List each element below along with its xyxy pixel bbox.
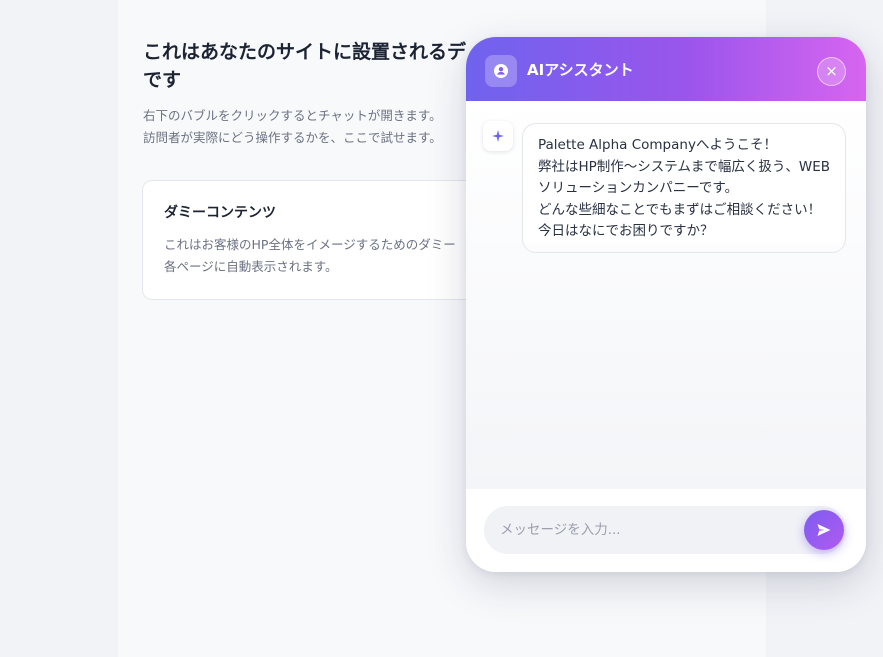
send-button[interactable] — [804, 510, 844, 550]
message-line: Palette Alpha Companyへようこそ！ — [538, 137, 777, 153]
chat-widget: AIアシスタント × Palette Alpha Companyへようこそ！ 弊… — [466, 37, 866, 572]
close-button[interactable]: × — [817, 57, 846, 86]
assistant-message: Palette Alpha Companyへようこそ！ 弊社はHP制作～システム… — [522, 123, 846, 253]
message-line: 弊社はHP制作～システムまで幅広く扱う、WEB — [538, 158, 831, 175]
close-icon: × — [825, 62, 838, 80]
message-input[interactable] — [484, 506, 846, 554]
chat-messages-area[interactable]: Palette Alpha Companyへようこそ！ 弊社はHP制作～システム… — [466, 101, 866, 489]
user-circle-icon — [485, 55, 517, 87]
dummy-card-title: ダミーコンテンツ — [164, 205, 276, 221]
message-line: どんな些細なことでもまずはご相談ください！ — [538, 201, 822, 218]
chat-header: AIアシスタント × — [466, 37, 866, 101]
message-line: ソリューションカンパニーです。 — [538, 180, 739, 196]
dummy-card-body-line-1: これはお客様のHP全体をイメージするためのダミー — [164, 237, 456, 252]
chat-input-bar — [466, 489, 866, 572]
sparkle-icon — [483, 121, 513, 151]
dummy-card-body: これはお客様のHP全体をイメージするためのダミー 各ページに自動表示されます。 — [164, 234, 456, 278]
message-fade — [523, 240, 845, 252]
page-description-line-1: 右下のバブルをクリックするとチャットが開きます。 — [143, 108, 442, 123]
chat-title: AIアシスタント — [527, 61, 634, 79]
dummy-card-body-line-2: 各ページに自動表示されます。 — [164, 259, 338, 274]
send-icon — [817, 524, 831, 536]
page-description-line-2: 訪問者が実際にどう操作するかを、ここで試せます。 — [143, 130, 442, 145]
page-description: 右下のバブルをクリックするとチャットが開きます。 訪問者が実際にどう操作するかを… — [143, 105, 442, 149]
